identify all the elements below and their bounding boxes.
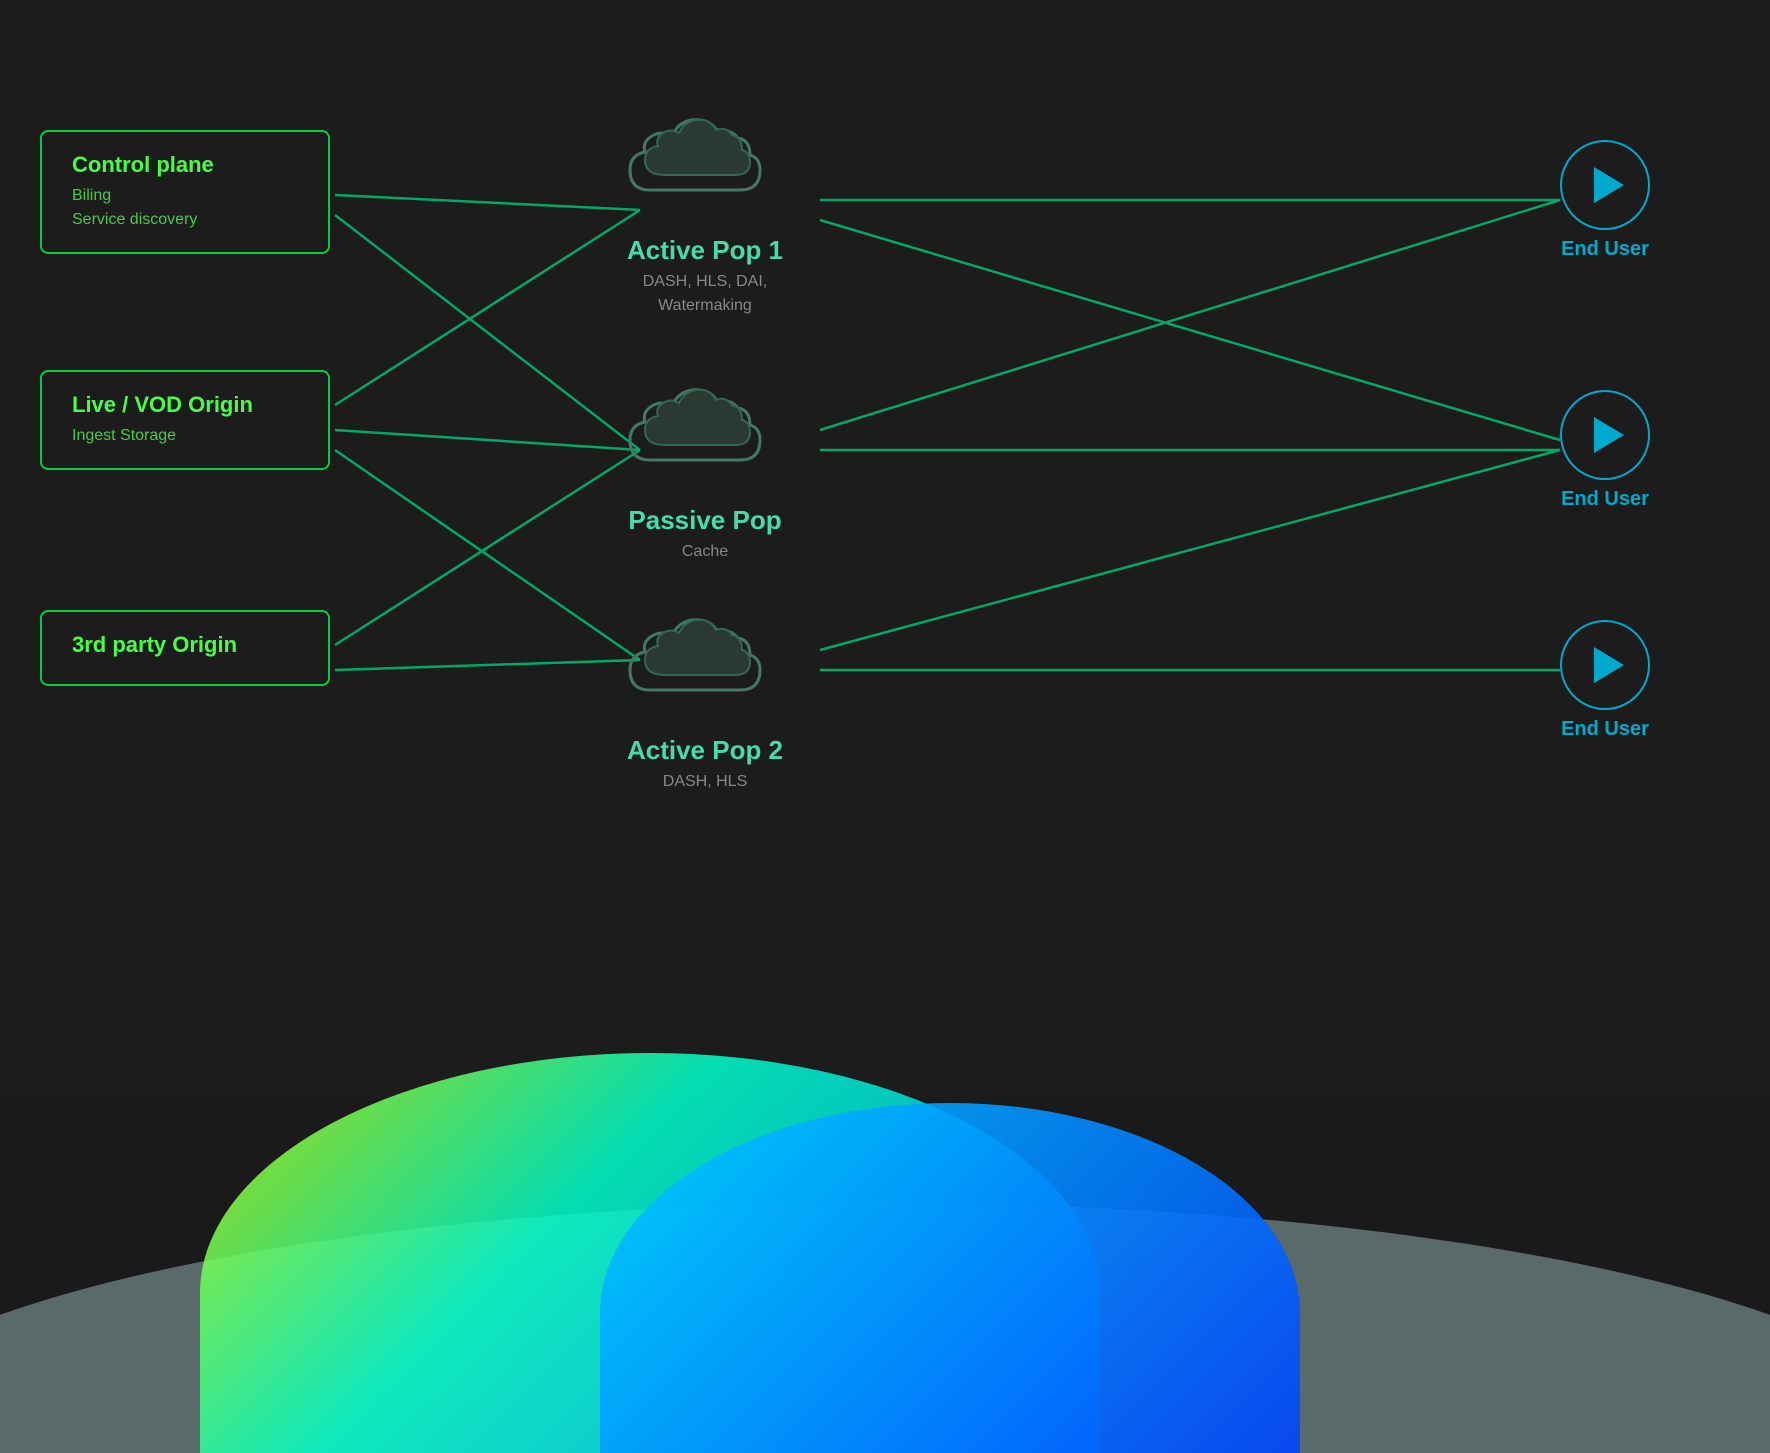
end-user-3-label: End User bbox=[1560, 718, 1650, 741]
live-vod-subtitle: Ingest Storage bbox=[72, 424, 298, 448]
control-plane-subtitle1: Biling bbox=[72, 184, 298, 208]
end-user-1-circle bbox=[1560, 140, 1650, 230]
third-party-origin-box: 3rd party Origin bbox=[40, 610, 330, 686]
play-icon-1 bbox=[1594, 167, 1624, 203]
passive-pop-node: Passive Pop Cache bbox=[620, 370, 790, 564]
third-party-title: 3rd party Origin bbox=[72, 632, 298, 658]
live-vod-title: Live / VOD Origin bbox=[72, 392, 298, 418]
play-icon-3 bbox=[1594, 647, 1624, 683]
control-plane-box: Control plane Biling Service discovery bbox=[40, 130, 330, 254]
play-icon-2 bbox=[1594, 417, 1624, 453]
active-pop-1-node: Active Pop 1 DASH, HLS, DAI,Watermaking bbox=[620, 100, 790, 318]
cloud-1-icon bbox=[620, 100, 790, 220]
end-user-3: End User bbox=[1560, 620, 1650, 741]
passive-pop-label: Passive Pop bbox=[620, 505, 790, 536]
passive-pop-sublabel: Cache bbox=[620, 540, 790, 564]
active-pop-2-node: Active Pop 2 DASH, HLS bbox=[620, 600, 790, 794]
cloud-3-icon bbox=[620, 600, 790, 720]
cloud-2-icon bbox=[620, 370, 790, 490]
end-user-2-label: End User bbox=[1560, 488, 1650, 511]
live-vod-origin-box: Live / VOD Origin Ingest Storage bbox=[40, 370, 330, 470]
end-user-2-circle bbox=[1560, 390, 1650, 480]
end-user-2: End User bbox=[1560, 390, 1650, 511]
control-plane-title: Control plane bbox=[72, 152, 298, 178]
active-pop-2-sublabel: DASH, HLS bbox=[620, 770, 790, 794]
control-plane-subtitle2: Service discovery bbox=[72, 208, 298, 232]
end-user-3-circle bbox=[1560, 620, 1650, 710]
end-user-1: End User bbox=[1560, 140, 1650, 261]
active-pop-2-label: Active Pop 2 bbox=[620, 735, 790, 766]
active-pop-1-label: Active Pop 1 bbox=[620, 235, 790, 266]
active-pop-1-sublabel: DASH, HLS, DAI,Watermaking bbox=[620, 270, 790, 318]
end-user-1-label: End User bbox=[1560, 238, 1650, 261]
